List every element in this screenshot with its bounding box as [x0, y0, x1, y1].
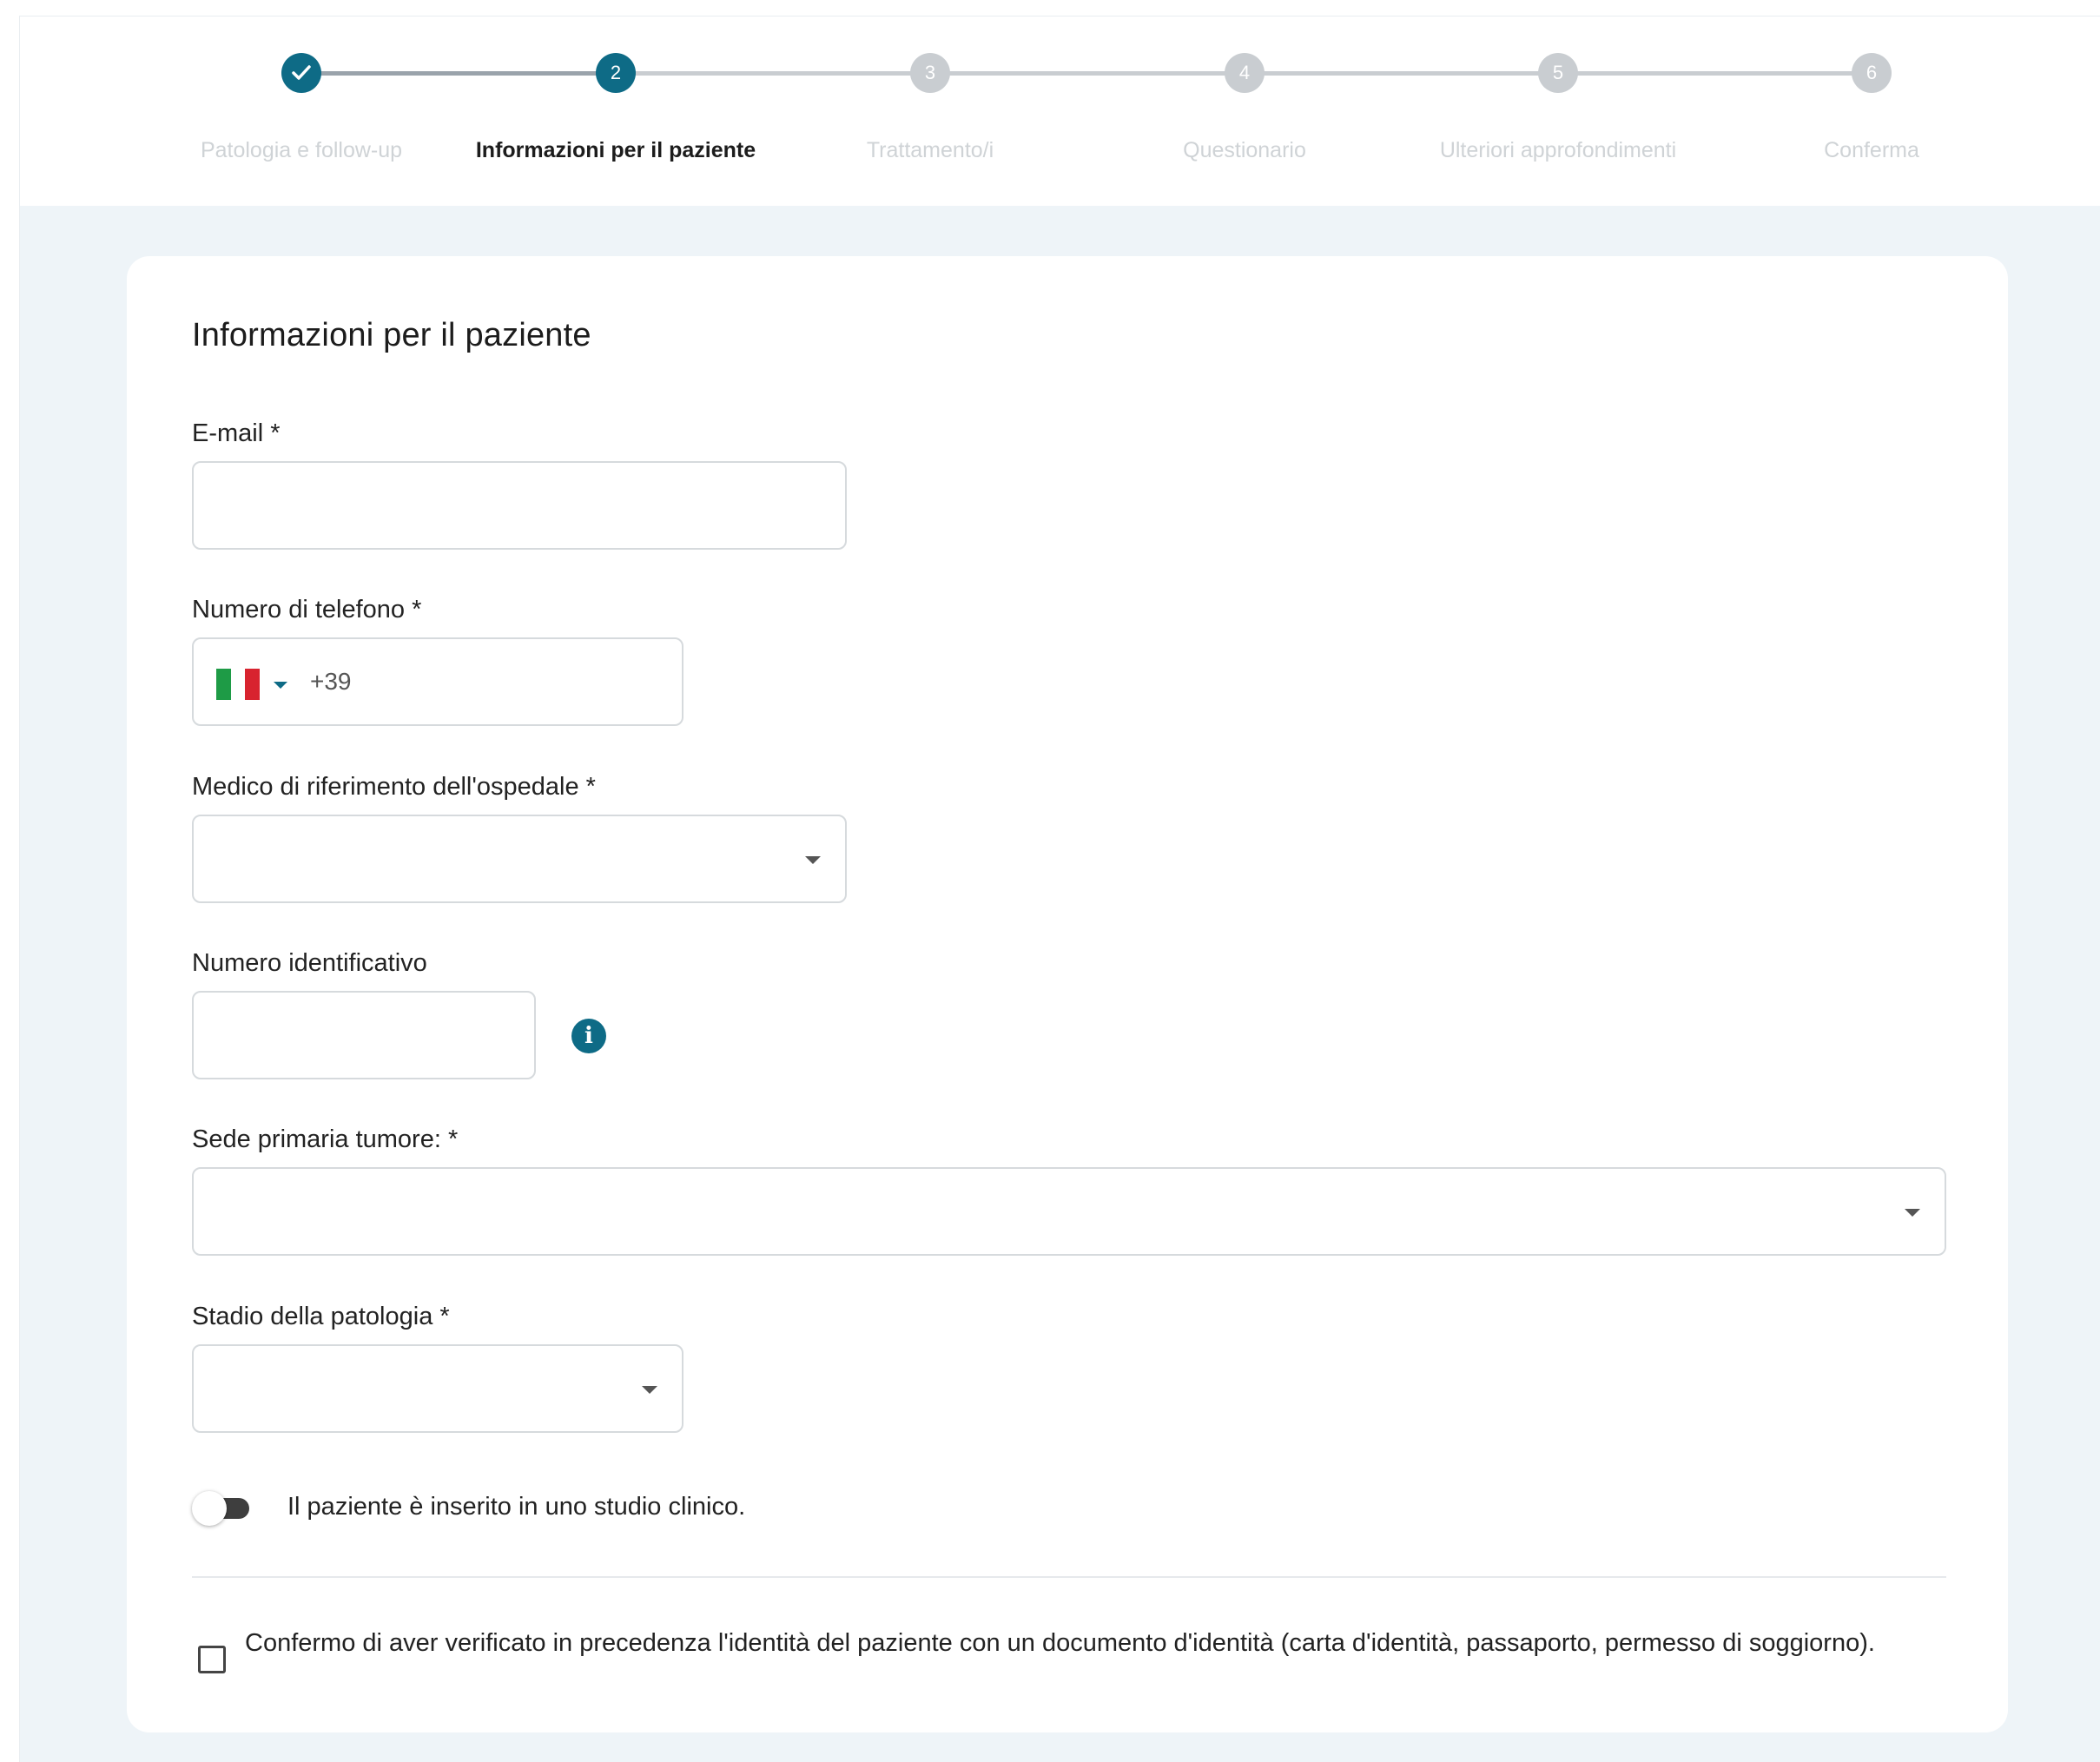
identity-confirm-label: Confermo di aver verificato in precedenz… — [245, 1629, 1875, 1657]
stage-label: Stadio della patologia * — [192, 1303, 450, 1330]
chevron-down-icon — [805, 856, 821, 864]
patient-info-card: Informazioni per il paziente E-mail * Nu… — [127, 256, 2008, 1732]
step-label: Ulteriori approfondimenti — [1439, 138, 1677, 162]
step-label: Conferma — [1824, 138, 1919, 162]
chevron-down-icon[interactable] — [274, 682, 287, 689]
id-number-field[interactable] — [192, 991, 536, 1079]
step-label: Questionario — [1183, 138, 1306, 162]
step-label: Trattamento/i — [866, 138, 994, 162]
id-number-label: Numero identificativo — [192, 949, 427, 977]
step-number: 6 — [1852, 53, 1892, 93]
info-icon[interactable]: i — [571, 1019, 606, 1053]
italy-flag-icon[interactable] — [216, 669, 261, 700]
identity-confirm-checkbox[interactable] — [198, 1646, 226, 1673]
doctor-label: Medico di riferimento dell'ospedale * — [192, 773, 596, 801]
phone-label: Numero di telefono * — [192, 596, 422, 624]
app-frame: Patologia e follow-up 2 Informazioni per… — [19, 16, 2100, 1762]
phone-field[interactable]: +39 — [192, 637, 683, 726]
page-title: Informazioni per il paziente — [192, 317, 591, 353]
email-label: E-mail * — [192, 419, 281, 447]
phone-prefix: +39 — [310, 668, 352, 695]
step-label: Patologia e follow-up — [200, 138, 403, 162]
step-connector — [298, 71, 612, 76]
tumor-site-label: Sede primaria tumore: * — [192, 1125, 459, 1153]
tumor-site-select[interactable] — [192, 1167, 1946, 1256]
step-number: 3 — [910, 53, 950, 93]
divider — [192, 1576, 1946, 1578]
step-number: 2 — [596, 53, 636, 93]
progress-stepper: Patologia e follow-up 2 Informazioni per… — [20, 16, 2100, 206]
step-label: Informazioni per il paziente — [475, 138, 756, 162]
clinical-study-toggle[interactable] — [192, 1491, 253, 1526]
email-field[interactable] — [192, 461, 847, 550]
clinical-study-label: Il paziente è inserito in uno studio cli… — [287, 1493, 746, 1521]
step-number: 4 — [1225, 53, 1265, 93]
stage-select[interactable] — [192, 1344, 683, 1433]
doctor-select[interactable] — [192, 815, 847, 903]
step-number: 5 — [1538, 53, 1578, 93]
step-check-icon — [281, 53, 321, 93]
chevron-down-icon — [642, 1386, 657, 1394]
toggle-thumb — [192, 1491, 227, 1526]
chevron-down-icon — [1905, 1209, 1920, 1217]
